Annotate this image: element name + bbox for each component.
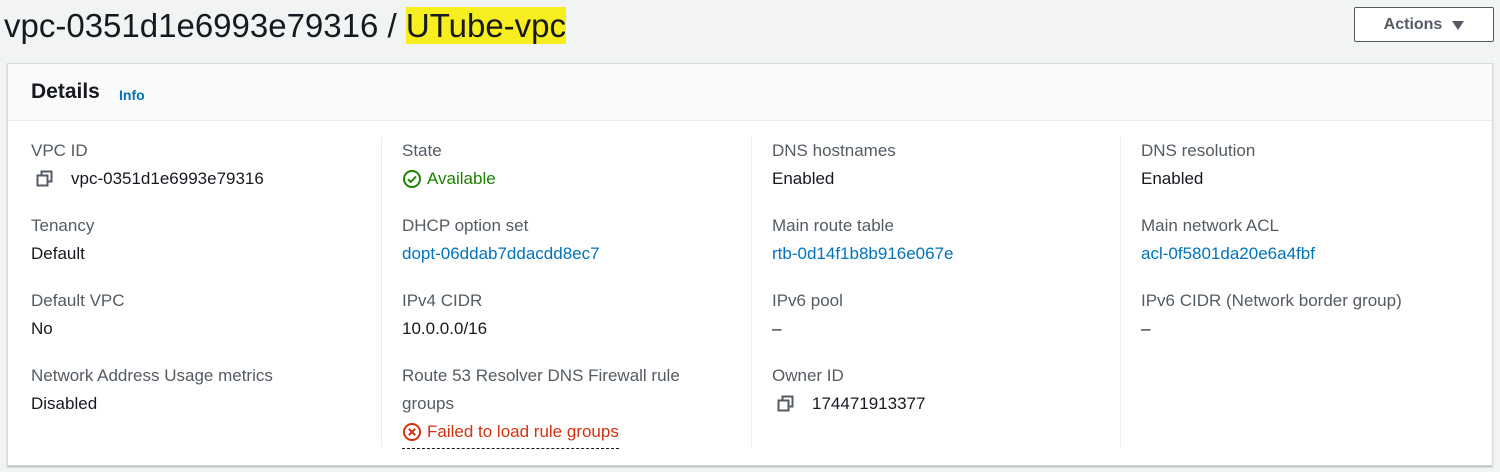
details-column-4: DNS resolution Enabled Main network ACL …	[1120, 137, 1490, 447]
field-label-line-1: Route 53 Resolver DNS Firewall rule	[402, 366, 680, 385]
field-default-vpc: Default VPC No	[31, 287, 125, 343]
dhcp-option-set-link[interactable]: dopt-06ddab7ddacdd8ec7	[402, 240, 600, 268]
field-tenancy: Tenancy Default	[31, 212, 94, 268]
field-ipv6-pool: IPv6 pool –	[772, 287, 843, 343]
check-circle-icon	[403, 170, 421, 188]
main-route-table-link[interactable]: rtb-0d14f1b8b916e067e	[772, 240, 954, 268]
field-label: Main route table	[772, 216, 894, 235]
ipv4-cidr-value: 10.0.0.0/16	[402, 319, 488, 338]
field-label: Tenancy	[31, 216, 95, 235]
field-dhcp-option-set: DHCP option set dopt-06ddab7ddacdd8ec7	[402, 212, 600, 268]
field-label-line-2: groups	[402, 394, 454, 413]
field-value: 174471913377	[772, 390, 925, 418]
field-label: DNS resolution	[1141, 141, 1256, 160]
route53-status: Failed to load rule groups	[402, 418, 680, 449]
dns-resolution-value: Enabled	[1141, 169, 1204, 188]
field-dns-hostnames: DNS hostnames Enabled	[772, 137, 896, 193]
field-label: State	[402, 141, 442, 160]
state-value: Available	[402, 165, 496, 193]
page-header: vpc-0351d1e6993e79316 / UTube-vpc Action…	[0, 0, 1500, 56]
field-ipv4-cidr: IPv4 CIDR 10.0.0.0/16	[402, 287, 487, 343]
page-title-id: vpc-0351d1e6993e79316 /	[4, 7, 406, 44]
details-column-1: VPC ID vpc-0351d1e6993e79316 Tenancy Def…	[31, 137, 401, 447]
tenancy-value: Default	[31, 244, 85, 263]
vpc-id-value: vpc-0351d1e6993e79316	[71, 169, 264, 188]
field-label: Default VPC	[31, 291, 125, 310]
copy-icon[interactable]	[777, 395, 795, 413]
route53-error-popover-trigger[interactable]: Failed to load rule groups	[402, 418, 619, 449]
network-address-usage-value: Disabled	[31, 394, 98, 413]
page-title-vpc-name: UTube-vpc	[405, 7, 567, 44]
field-label: IPv4 CIDR	[402, 291, 483, 310]
field-vpc-id: VPC ID vpc-0351d1e6993e79316	[31, 137, 264, 193]
copy-icon[interactable]	[36, 170, 54, 188]
details-column-2: State Available DHCP option set dopt-06d…	[381, 137, 751, 449]
field-main-route-table: Main route table rtb-0d14f1b8b916e067e	[772, 212, 954, 268]
page-title: vpc-0351d1e6993e79316 / UTube-vpc	[4, 4, 567, 48]
field-owner-id: Owner ID 174471913377	[772, 362, 925, 418]
main-network-acl-link[interactable]: acl-0f5801da20e6a4fbf	[1141, 240, 1315, 268]
x-circle-icon	[403, 423, 421, 441]
owner-id-value: 174471913377	[812, 394, 926, 413]
field-main-network-acl: Main network ACL acl-0f5801da20e6a4fbf	[1141, 212, 1315, 268]
actions-button[interactable]: Actions	[1354, 7, 1494, 42]
field-dns-resolution: DNS resolution Enabled	[1141, 137, 1255, 193]
field-label: VPC ID	[31, 141, 88, 160]
actions-button-label: Actions	[1383, 15, 1443, 33]
field-state: State Available	[402, 137, 496, 193]
details-panel: Details Info VPC ID vpc-0351d1e6993e7931…	[7, 63, 1493, 466]
field-network-address-usage: Network Address Usage metrics Disabled	[31, 362, 273, 418]
ipv6-cidr-value: –	[1141, 319, 1151, 338]
default-vpc-value: No	[31, 319, 53, 338]
field-label: Network Address Usage metrics	[31, 366, 273, 385]
details-column-3: DNS hostnames Enabled Main route table r…	[751, 137, 1121, 447]
field-label: IPv6 pool	[772, 291, 843, 310]
field-label: DNS hostnames	[772, 141, 896, 160]
ipv6-pool-value: –	[772, 319, 782, 338]
field-value: vpc-0351d1e6993e79316	[31, 165, 264, 193]
state-text: Available	[427, 169, 496, 188]
details-title: Details	[31, 80, 100, 103]
field-route53-firewall: Route 53 Resolver DNS Firewall rule grou…	[402, 362, 680, 449]
route53-error-text: Failed to load rule groups	[427, 422, 619, 441]
field-label: Owner ID	[772, 366, 844, 385]
field-label: IPv6 CIDR (Network border group)	[1141, 291, 1402, 310]
info-link[interactable]: Info	[119, 86, 145, 104]
dns-hostnames-value: Enabled	[772, 169, 835, 188]
field-label: Main network ACL	[1141, 216, 1279, 235]
caret-down-icon	[1452, 20, 1465, 30]
field-ipv6-cidr: IPv6 CIDR (Network border group) –	[1141, 287, 1402, 343]
details-panel-header: Details Info	[8, 64, 1492, 121]
field-label: DHCP option set	[402, 216, 529, 235]
